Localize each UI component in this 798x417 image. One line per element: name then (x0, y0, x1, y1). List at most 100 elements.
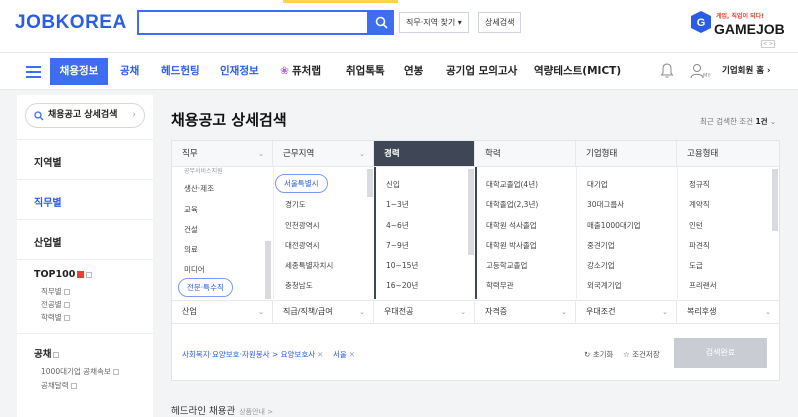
region-option-selected[interactable]: 서울특별시 (275, 174, 328, 193)
employment-type-option[interactable]: 도급 (689, 260, 703, 271)
gongchae-heading[interactable]: 공채 (34, 346, 60, 360)
employment-type-option[interactable]: 프리랜서 (689, 280, 717, 291)
filter-label: 직급/직책/급여 (283, 307, 333, 316)
career-option[interactable]: 7~9년 (386, 240, 409, 251)
search-complete-button[interactable]: 검색완료 (674, 338, 767, 368)
company-type-option[interactable]: 중견기업 (587, 240, 615, 251)
column-divider (475, 167, 477, 299)
company-type-option[interactable]: 강소기업 (587, 260, 615, 271)
sidebar-item-industry[interactable]: 산업별 (17, 219, 153, 259)
save-condition-button[interactable]: ☆ 조건저장 (623, 349, 660, 360)
job-option[interactable]: 공무서비스지원 (184, 166, 223, 175)
filter-certificate[interactable]: 자격증 ⌄ (475, 301, 576, 323)
filter-preference[interactable]: 우대조건 ⌄ (576, 301, 677, 323)
top100-sub-job[interactable]: 직무별 (41, 286, 70, 297)
career-option[interactable]: 신입 (386, 179, 400, 190)
detail-search-button[interactable]: 상세검색 (478, 12, 522, 33)
recent-search-link[interactable]: 최근 검색한 조건 1건 ⌄ (700, 116, 776, 127)
nav-item-gongchae[interactable]: 공채 (120, 53, 139, 89)
sidebar-detail-search[interactable]: 채용공고 상세검색 › (25, 103, 145, 128)
search-input[interactable] (137, 10, 369, 35)
career-option[interactable]: 4~6년 (386, 220, 409, 231)
employment-type-option[interactable]: 인턴 (689, 220, 703, 231)
filter-benefits[interactable]: 복리후생 ⌄ (677, 301, 779, 323)
gongchae-sub-1000[interactable]: 1000대기업 공채속보 (41, 366, 119, 377)
nav-item-talent[interactable]: 인재정보 (220, 53, 259, 89)
career-scrollbar[interactable] (468, 169, 474, 255)
nav-item-headhunting[interactable]: 헤드헌팅 (161, 53, 200, 89)
chip-job[interactable]: 사회복지·요양보호·자원봉사 > 요양보호사 ✕ (182, 350, 323, 359)
employment-type-option[interactable]: 계약직 (689, 199, 710, 210)
filter-position-salary[interactable]: 직급/직책/급여 ⌄ (273, 301, 374, 323)
job-option[interactable]: 미디어 (184, 264, 205, 275)
job-option[interactable]: 생산·제조 (184, 183, 214, 194)
job-option[interactable]: 교육 (184, 204, 198, 215)
top100-sub-major[interactable]: 전공별 (41, 299, 70, 310)
bell-icon[interactable] (660, 63, 674, 79)
employment-scrollbar[interactable] (772, 169, 778, 231)
square-icon (63, 289, 70, 295)
education-option[interactable]: 학력무관 (486, 280, 514, 291)
nav-item-mict[interactable]: 역량테스트(MICT) (534, 53, 621, 89)
company-type-option[interactable]: 매출1000대기업 (587, 220, 641, 231)
hot-badge-icon (77, 271, 85, 278)
gamejob-nav-arrows[interactable]: < > (761, 40, 775, 48)
tab-employment-type[interactable]: 고용형태 (677, 141, 779, 167)
job-option[interactable]: 건설 (184, 224, 198, 235)
job-scrollbar[interactable] (265, 241, 271, 299)
tab-career[interactable]: 경력 (374, 141, 475, 167)
job-option[interactable]: 의료 (184, 244, 198, 255)
sidebar-item-label: 산업별 (34, 238, 62, 249)
nav-item-salary[interactable]: 연봉 (404, 53, 423, 89)
nav-item-jobs[interactable]: 채용정보 (50, 58, 108, 85)
region-option[interactable]: 충청남도 (285, 280, 313, 291)
region-option[interactable]: 대전광역시 (285, 240, 320, 251)
gamejob-logo-icon[interactable]: G (690, 10, 712, 34)
sidebar-item-region[interactable]: 지역별 (17, 139, 153, 179)
region-option[interactable]: 인천광역시 (285, 220, 320, 231)
gamejob-name[interactable]: GAMEJOB (714, 21, 785, 37)
education-option[interactable]: 대학원 석사졸업 (486, 220, 537, 231)
jobkorea-logo[interactable]: JOBKOREA (15, 12, 127, 34)
region-option[interactable]: 세종특별자치시 (285, 260, 333, 271)
tab-job[interactable]: 직무 ⌄ (172, 141, 273, 167)
filter-major[interactable]: 우대전공 ⌄ (374, 301, 475, 323)
education-option[interactable]: 고등학교졸업 (486, 260, 527, 271)
product-info-link[interactable]: 상품안내 > (239, 408, 273, 416)
futurelab-icon: ❀ (280, 65, 289, 77)
tab-company-type[interactable]: 기업형태 (576, 141, 677, 167)
chip-region[interactable]: 서울 ✕ (333, 350, 355, 359)
close-icon[interactable]: ✕ (317, 350, 323, 359)
filter-industry[interactable]: 산업 ⌄ (172, 301, 273, 323)
company-type-option[interactable]: 외국계기업 (587, 280, 622, 291)
job-region-filter-button[interactable]: 직무·지역 찾기 ▾ (399, 12, 469, 33)
nav-item-futurelab[interactable]: 퓨처랩 (292, 53, 321, 89)
top100-sub-education[interactable]: 학력별 (41, 312, 70, 323)
tab-education[interactable]: 학력 (475, 141, 576, 167)
sidebar-item-job[interactable]: 직무별 (17, 179, 153, 219)
tab-region[interactable]: 근무지역 ⌄ (273, 141, 374, 167)
top100-heading[interactable]: TOP100 (34, 269, 93, 280)
region-option[interactable]: 경기도 (285, 199, 306, 210)
top100-label: TOP100 (34, 269, 76, 280)
employment-type-option[interactable]: 파견직 (689, 240, 710, 251)
job-option-selected[interactable]: 전문·특수직 (178, 278, 233, 297)
region-scrollbar[interactable] (367, 169, 373, 197)
career-option[interactable]: 1~3년 (386, 199, 409, 210)
nav-item-public-mock[interactable]: 공기업 모의고사 (446, 53, 517, 89)
close-icon[interactable]: ✕ (349, 350, 355, 359)
company-member-home-link[interactable]: 기업회원 홈 › (722, 53, 771, 89)
education-option[interactable]: 대학졸업(2,3년) (486, 199, 538, 210)
company-type-option[interactable]: 대기업 (587, 179, 608, 190)
company-type-option[interactable]: 30대그룹사 (587, 199, 624, 210)
gongchae-sub-calendar[interactable]: 공채달력 (41, 380, 77, 391)
employment-type-option[interactable]: 정규직 (689, 179, 710, 190)
menu-icon[interactable] (26, 66, 41, 78)
nav-item-talk[interactable]: 취업톡톡 (346, 53, 385, 89)
education-option[interactable]: 대학교졸업(4년) (486, 179, 538, 190)
career-option[interactable]: 10~15년 (386, 260, 418, 271)
search-button[interactable] (369, 10, 394, 35)
career-option[interactable]: 16~20년 (386, 280, 418, 291)
education-option[interactable]: 대학원 박사졸업 (486, 240, 537, 251)
reset-button[interactable]: ↻ 초기화 (584, 349, 613, 360)
